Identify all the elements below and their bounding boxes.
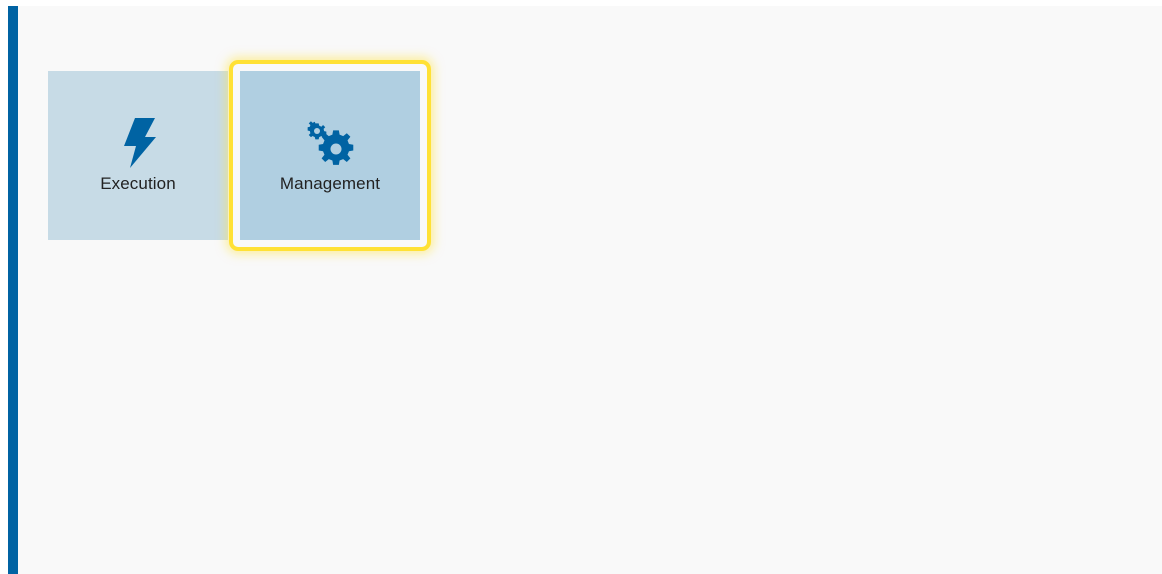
left-accent-bar: [8, 6, 18, 574]
management-label: Management: [279, 174, 381, 193]
execution-tile[interactable]: Execution: [48, 71, 228, 240]
lightning-bolt-icon: [110, 115, 166, 171]
main-content-area: Execution Management: [8, 6, 1162, 574]
management-tile[interactable]: Management: [240, 71, 420, 240]
gears-icon: [302, 115, 358, 171]
execution-label: Execution: [100, 174, 176, 193]
